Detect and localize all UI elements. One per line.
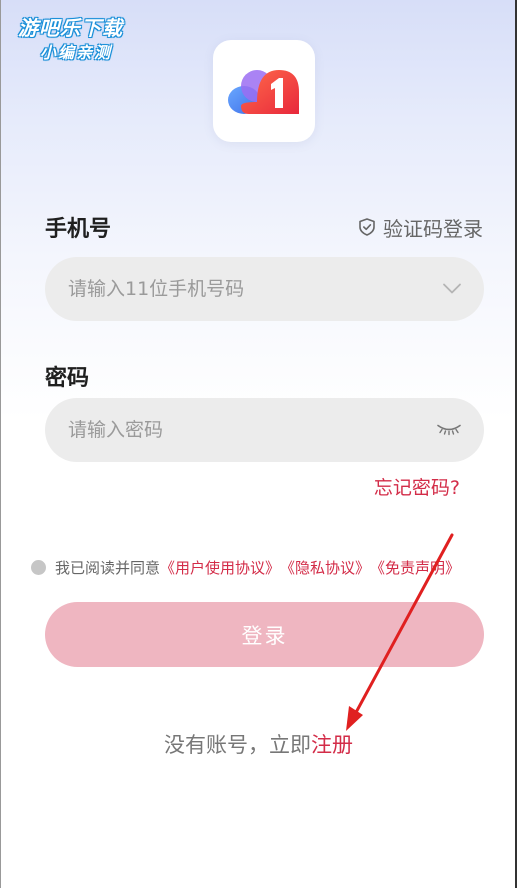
privacy-agreement-link[interactable]: 《隐私协议》 (280, 557, 370, 578)
watermark-line-2: 小编亲测 (40, 43, 113, 62)
login-button[interactable]: 登录 (45, 602, 484, 667)
disclaimer-link[interactable]: 《免责声明》 (370, 557, 460, 578)
watermark: 游吧乐下载 小编亲测 (10, 12, 150, 68)
register-prefix: 没有账号，立即 (164, 733, 311, 757)
sms-code-login-label: 验证码登录 (383, 216, 483, 241)
password-label: 密码 (45, 366, 90, 391)
agreement-row: 我已阅读并同意 《用户使用协议》 《隐私协议》 《免责声明》 (31, 557, 460, 578)
cloud-one-logo-icon (228, 70, 299, 114)
password-field[interactable] (45, 398, 484, 462)
register-link[interactable]: 注册 (311, 733, 353, 757)
agreement-radio[interactable] (31, 560, 46, 575)
forgot-password-link[interactable]: 忘记密码? (374, 473, 460, 500)
password-input[interactable] (68, 419, 408, 441)
phone-field[interactable] (45, 257, 484, 321)
agreement-prefix: 我已阅读并同意 (55, 559, 161, 577)
eye-closed-icon[interactable] (436, 421, 462, 440)
register-row: 没有账号，立即注册 (0, 729, 517, 759)
phone-input[interactable] (68, 278, 408, 300)
shield-check-icon (359, 218, 375, 236)
sms-code-login-link[interactable]: 验证码登录 (357, 213, 483, 241)
app-logo (213, 40, 315, 142)
chevron-down-icon[interactable] (442, 280, 462, 299)
watermark-line-1: 游吧乐下载 (18, 16, 123, 40)
user-agreement-link[interactable]: 《用户使用协议》 (160, 557, 280, 578)
phone-label: 手机号 (45, 217, 112, 242)
